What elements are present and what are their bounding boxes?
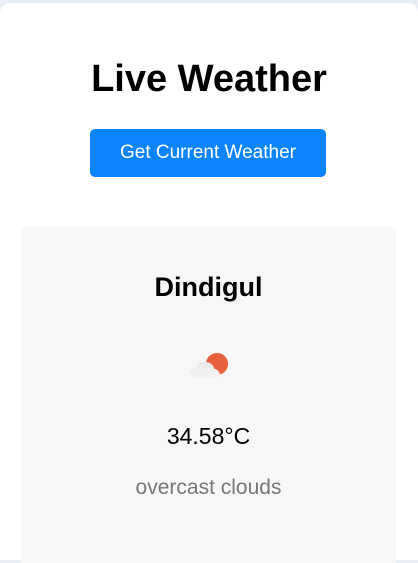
weather-result-panel: Dindigul 34.58°C overcast clouds [21,227,396,563]
page-title: Live Weather [91,58,327,100]
temperature-value: 34.58°C [166,423,251,449]
overcast-clouds-icon [184,342,234,382]
city-name: Dindigul [154,272,263,302]
weather-app-card: Live Weather Get Current Weather Dindigu… [0,3,418,563]
weather-description: overcast clouds [135,476,282,499]
get-current-weather-button[interactable]: Get Current Weather [90,129,326,177]
